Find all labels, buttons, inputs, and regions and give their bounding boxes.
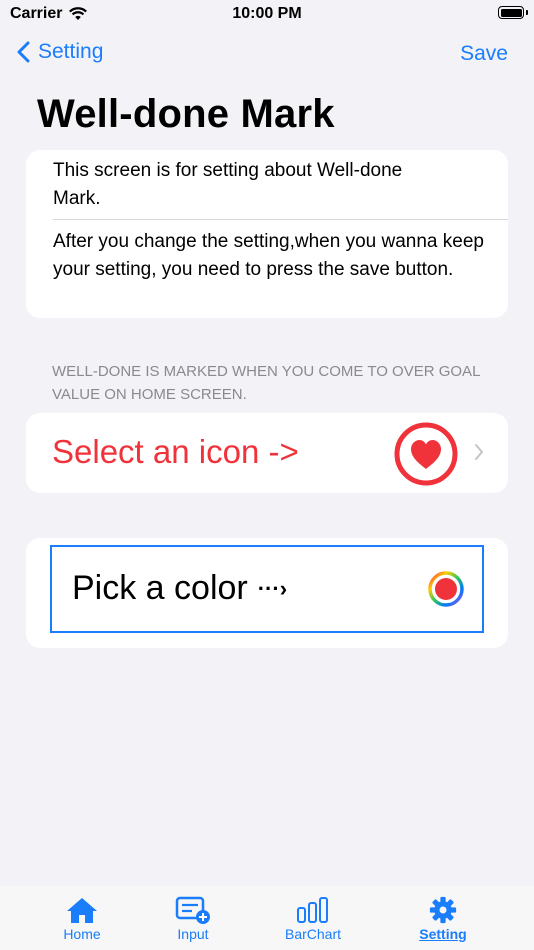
page-title: Well-done Mark [37, 92, 335, 136]
tab-barchart[interactable]: BarChart [263, 886, 363, 950]
gear-icon [429, 896, 457, 924]
back-button-label: Setting [38, 40, 104, 63]
battery-tip [526, 10, 528, 15]
pick-color-button[interactable]: Pick a color ···› [50, 545, 484, 633]
battery-icon [498, 6, 524, 19]
navigation-bar: Setting Save [0, 38, 534, 72]
info-text-1: This screen is for setting about Well-do… [53, 160, 403, 209]
tab-setting[interactable]: Setting [393, 886, 493, 950]
house-icon [67, 898, 97, 923]
status-bar: Carrier 10:00 PM [0, 0, 534, 30]
tab-home[interactable]: Home [32, 886, 132, 950]
info-text-2: After you change the setting,when you wa… [53, 231, 484, 280]
save-button[interactable]: Save [460, 42, 508, 66]
section-footer-note: WELL-DONE IS MARKED WHEN YOU COME TO OVE… [52, 363, 480, 403]
color-well-icon[interactable] [428, 571, 464, 607]
pick-color-label: Pick a color [72, 569, 248, 607]
info-divider [53, 219, 508, 220]
color-card: Pick a color ···› [26, 538, 508, 648]
tab-barchart-label: BarChart [284, 926, 342, 942]
tab-bar: Home Input BarChart Setting [0, 886, 534, 950]
chevron-left-icon [17, 41, 30, 63]
back-button[interactable]: Setting [16, 40, 103, 64]
dotted-arrow-icon: ···› [257, 575, 288, 601]
tab-home-label: Home [63, 926, 101, 942]
chevron-right-icon [475, 444, 483, 460]
info-card: This screen is for setting about Well-do… [26, 150, 508, 318]
bar-chart-icon [297, 897, 328, 923]
tab-input-label: Input [177, 926, 209, 942]
tab-input[interactable]: Input [143, 886, 243, 950]
pick-color-label-group: Pick a color ···› [72, 569, 287, 608]
select-icon-label: Select an icon -> [52, 433, 299, 470]
selected-heart-icon [394, 422, 458, 486]
input-icon [175, 896, 210, 924]
clock: 10:00 PM [232, 5, 302, 22]
tab-setting-label: Setting [419, 926, 467, 942]
select-icon-row[interactable]: Select an icon -> [26, 413, 508, 493]
